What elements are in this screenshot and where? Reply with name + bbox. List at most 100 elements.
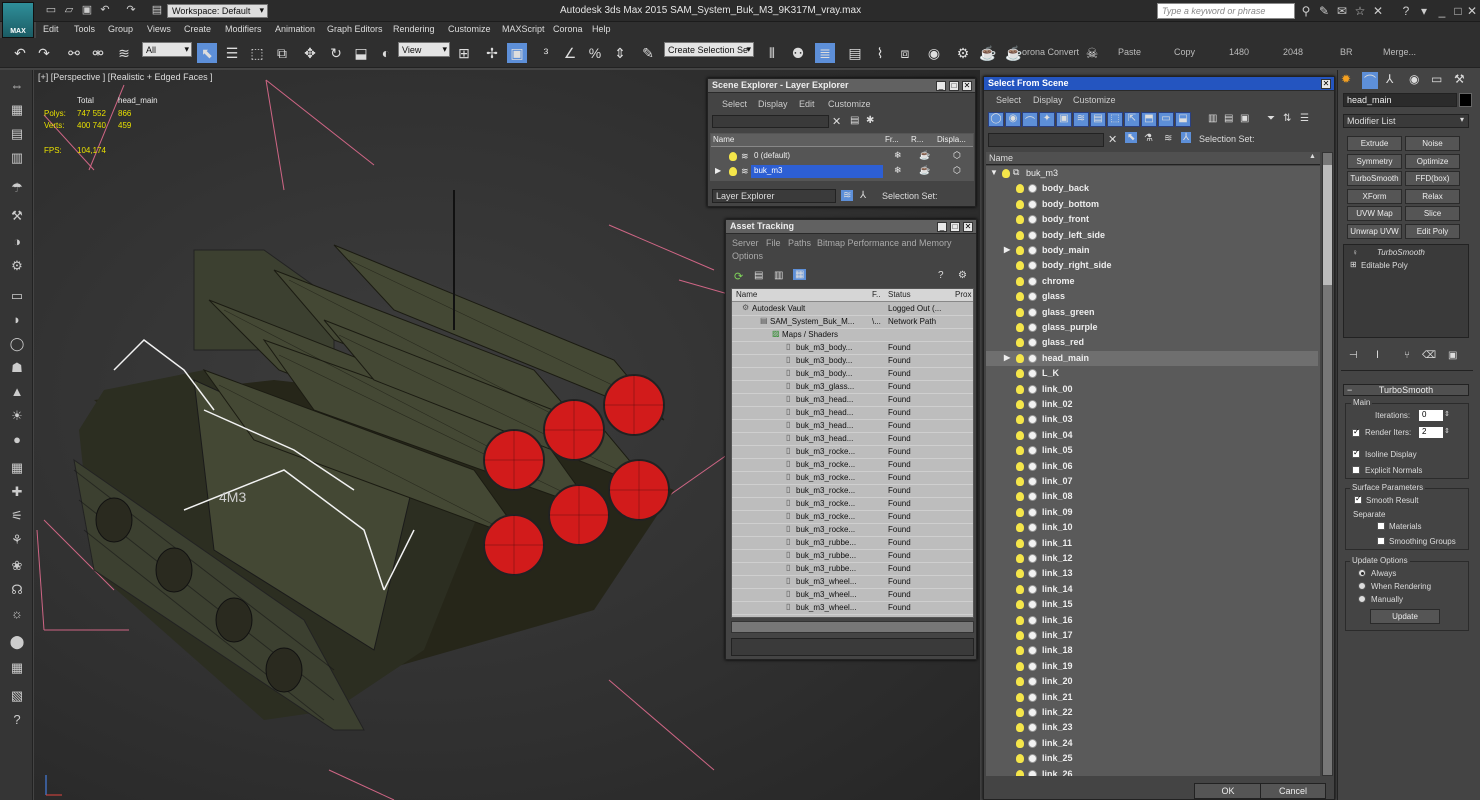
object-row[interactable]: chrome — [986, 274, 1318, 289]
freeze-icon[interactable]: ❄ — [894, 150, 902, 161]
bind-space-warp-icon[interactable]: ≋ — [114, 43, 134, 63]
left-tool-icon[interactable]: ▤ — [6, 124, 28, 144]
object-row[interactable]: link_05 — [986, 443, 1318, 458]
exchange-icon[interactable]: ✕ — [1370, 4, 1386, 18]
light-bulb-icon[interactable] — [1016, 461, 1024, 471]
skull-icon[interactable]: ☠ — [1082, 43, 1102, 63]
light-bulb-icon[interactable] — [1016, 384, 1024, 394]
col-freeze[interactable]: Fr... — [885, 135, 899, 144]
preset-1480-button[interactable]: 1480 — [1229, 47, 1249, 57]
expand-arrow-icon[interactable]: ▶ — [1004, 245, 1010, 254]
object-row[interactable]: link_21 — [986, 690, 1318, 705]
undo-icon[interactable]: ↶ — [10, 43, 30, 63]
maximize-icon[interactable]: □ — [949, 81, 959, 91]
modifier-button[interactable]: Relax — [1405, 188, 1460, 204]
copy-button[interactable]: Copy — [1174, 47, 1195, 57]
se-options-icon[interactable]: ▤ — [850, 115, 859, 126]
at-menu-options[interactable]: Options — [732, 251, 763, 261]
object-row[interactable]: glass_red — [986, 335, 1318, 350]
se-menu-display[interactable]: Display — [758, 99, 788, 109]
link-icon[interactable]: ⚯ — [64, 43, 84, 63]
light-bulb-icon[interactable] — [1016, 230, 1024, 240]
minimize-icon[interactable]: _ — [937, 222, 947, 232]
freeze-icon[interactable]: ❄ — [894, 165, 902, 176]
at-help-icon[interactable]: ? — [938, 270, 944, 281]
light-bulb-icon[interactable] — [1016, 400, 1024, 409]
menu-maxscript[interactable]: MAXScript — [502, 24, 545, 34]
rendered-frame-icon[interactable]: ☕ — [978, 43, 998, 63]
list-view-icon[interactable]: ▤ — [754, 270, 763, 281]
left-tool-icon[interactable]: ☂ — [6, 178, 28, 198]
materials-checkbox[interactable] — [1377, 522, 1385, 530]
light-bulb-icon[interactable] — [1016, 246, 1024, 255]
smooth-result-checkbox[interactable] — [1354, 494, 1362, 504]
col-render[interactable]: R... — [911, 135, 923, 144]
left-tool-icon[interactable]: ▧ — [6, 686, 28, 706]
iterations-spinner[interactable]: 0 — [1419, 410, 1443, 421]
corona-convert-button[interactable]: orona Convert — [1022, 47, 1079, 57]
scale-icon[interactable]: ⬓ — [351, 43, 371, 63]
spinner-arrows-icon[interactable]: ⇕ — [1444, 427, 1450, 435]
object-row[interactable]: ▶ body_main — [986, 243, 1318, 258]
object-row[interactable]: link_18 — [986, 643, 1318, 658]
object-row[interactable]: link_07 — [986, 474, 1318, 489]
se-menu-customize[interactable]: Customize — [828, 99, 871, 109]
asset-row[interactable]: ▯ buk_m3_head... Found — [732, 407, 973, 420]
filter-type-icon[interactable]: ▤ — [1090, 112, 1106, 127]
menu-tools[interactable]: Tools — [74, 24, 95, 34]
at-menu-paths[interactable]: Paths — [788, 238, 811, 248]
light-bulb-icon[interactable] — [729, 152, 737, 161]
filter-type-icon[interactable]: ⬚ — [1107, 112, 1123, 127]
object-row[interactable]: L_K — [986, 366, 1318, 381]
hierarchy-tab-icon[interactable]: ⅄ — [1386, 72, 1393, 86]
left-tool-icon[interactable]: ⚒ — [6, 206, 28, 226]
scene-explorer-title[interactable]: Scene Explorer - Layer Explorer — [708, 79, 975, 93]
save-file-icon[interactable]: ▣ — [80, 4, 94, 17]
light-bulb-icon[interactable] — [1016, 307, 1024, 317]
sfs-search-input[interactable] — [988, 133, 1104, 147]
sfs-menu-customize[interactable]: Customize — [1073, 95, 1116, 105]
unlink-icon[interactable]: ⚮ — [88, 43, 108, 63]
filter-type-icon[interactable]: ◯ — [988, 112, 1004, 127]
reference-coordinate-dropdown[interactable]: View — [398, 42, 450, 57]
menu-rendering[interactable]: Rendering — [393, 24, 435, 34]
light-bulb-icon[interactable] — [1016, 492, 1024, 502]
motion-tab-icon[interactable]: ◉ — [1409, 72, 1419, 86]
menu-views[interactable]: Views — [147, 24, 171, 34]
modifier-button[interactable]: Extrude — [1347, 136, 1402, 151]
object-row[interactable]: link_20 — [986, 674, 1318, 689]
left-tool-icon[interactable]: ◗ — [6, 310, 28, 330]
filter-type-icon[interactable]: ⌒ — [1022, 112, 1038, 128]
minimize-icon[interactable]: _ — [936, 81, 946, 91]
object-row[interactable]: link_02 — [986, 397, 1318, 412]
asset-row[interactable]: ▯ buk_m3_body... Found — [732, 355, 973, 368]
sfs-scroll-thumb[interactable] — [1323, 165, 1332, 285]
se-menu-edit[interactable]: Edit — [799, 99, 815, 109]
left-tool-icon[interactable]: ▲ — [6, 382, 28, 402]
left-tool-icon[interactable]: ❀ — [6, 556, 28, 576]
light-bulb-icon[interactable] — [1016, 754, 1024, 764]
modifier-button[interactable]: Noise — [1405, 136, 1460, 151]
object-row[interactable]: link_10 — [986, 520, 1318, 535]
asset-row[interactable]: ▨ Maps / Shaders — [732, 329, 973, 342]
light-bulb-icon[interactable] — [1016, 261, 1024, 271]
stack-item-turbosmooth[interactable]: ♀ TurboSmooth — [1344, 248, 1468, 260]
select-dependents-icon[interactable]: ⚗ — [1144, 133, 1153, 144]
close-icon[interactable]: ✕ — [963, 222, 973, 232]
display-icon[interactable]: ⬡ — [953, 150, 961, 161]
modifier-button[interactable]: FFD(box) — [1405, 171, 1460, 187]
left-tool-icon[interactable]: ☊ — [6, 580, 28, 600]
at-col-proxy[interactable]: Prox — [955, 290, 971, 299]
light-bulb-icon[interactable] — [1016, 215, 1024, 225]
align-icon[interactable]: ⚉ — [788, 43, 808, 63]
at-col-name[interactable]: Name — [736, 290, 757, 299]
layer-row[interactable]: ≋ 0 (default) ❄ ☕ ⬡ — [711, 150, 973, 163]
menu-graph-editors[interactable]: Graph Editors — [327, 24, 383, 34]
modifier-list-dropdown[interactable]: Modifier List — [1343, 114, 1469, 128]
light-bulb-icon[interactable] — [1016, 600, 1024, 610]
close-window-icon[interactable]: ✕ — [1464, 4, 1480, 18]
filter-icon[interactable]: ⏷ — [1267, 113, 1275, 124]
asset-row[interactable]: ⚙ Autodesk Vault Logged Out (... — [732, 303, 973, 316]
always-radio[interactable] — [1358, 569, 1366, 577]
ok-button[interactable]: OK — [1194, 783, 1262, 799]
